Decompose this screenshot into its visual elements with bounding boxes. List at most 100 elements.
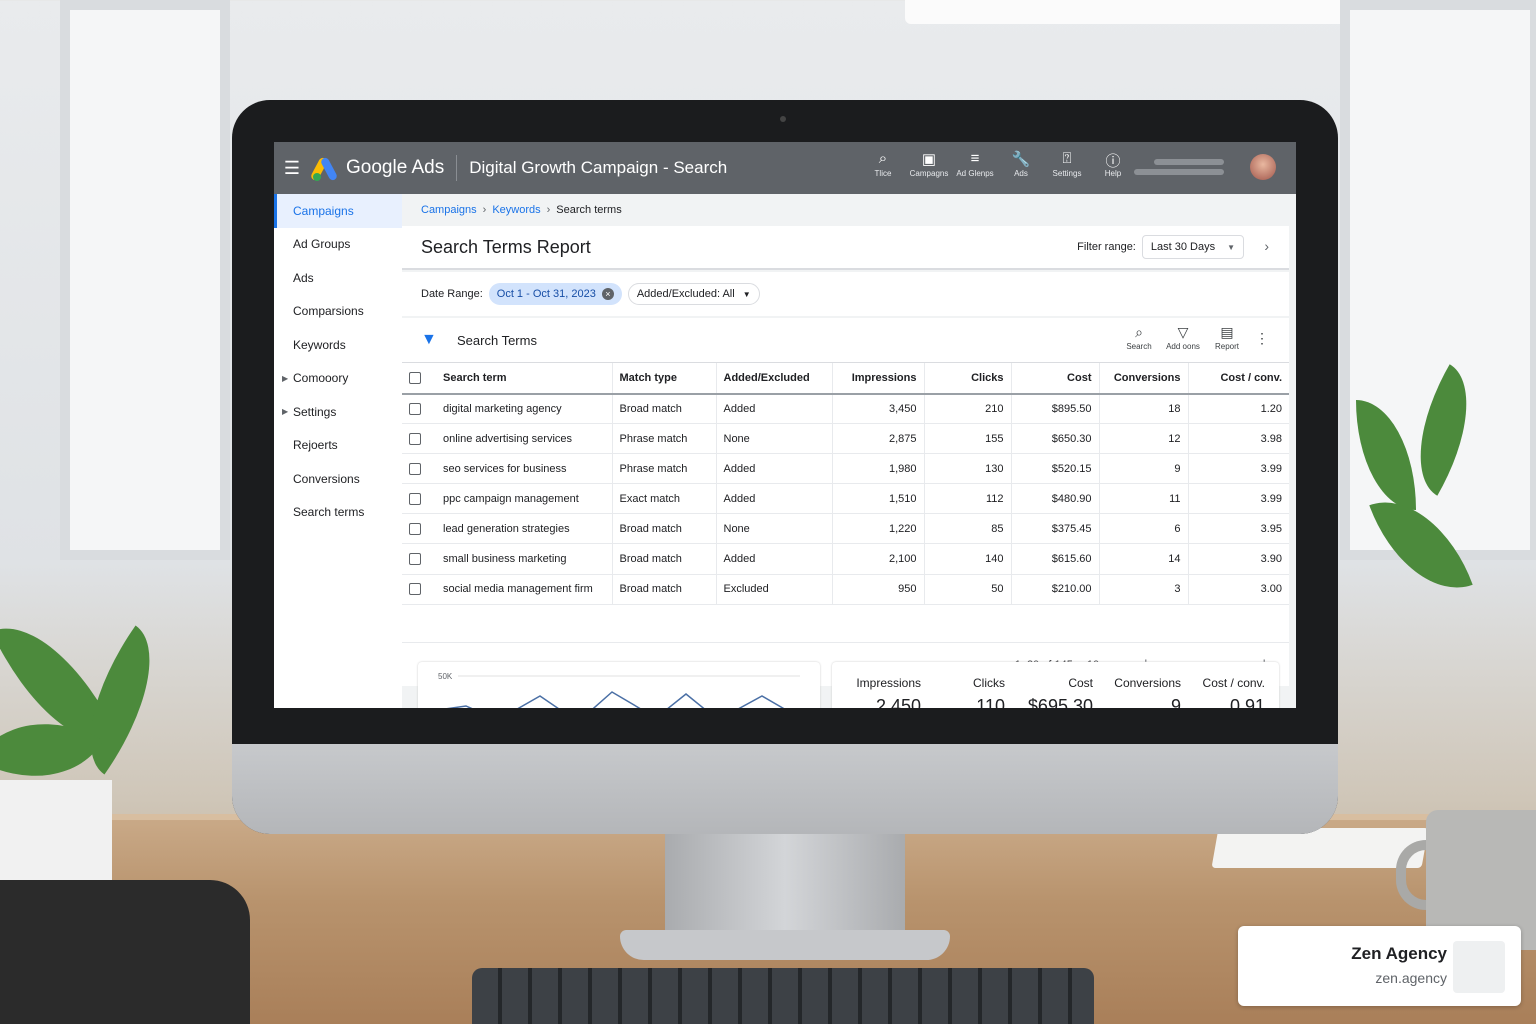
sidebar-item-keywords[interactable]: Keywords (274, 328, 402, 362)
table-search-button[interactable]: ⌕ Search (1117, 324, 1161, 351)
top-help-button[interactable]: ⓘ Help (1090, 150, 1136, 178)
search-terms-table: Search term Match type Added/Excluded Im… (402, 362, 1289, 605)
table-header-row: Search term Match type Added/Excluded Im… (402, 362, 1289, 395)
more-vert-icon[interactable]: ⋮ (1255, 330, 1269, 347)
top-settings-button[interactable]: ⍰ Settings (1044, 150, 1090, 178)
top-ad-groups-button[interactable]: ≡ Ad Glenps (952, 150, 998, 178)
sidebar-item-settings[interactable]: ▶ Settings (274, 395, 402, 429)
table-row[interactable]: digital marketing agency Broad match Added… (402, 393, 1289, 425)
cell-clicks: 112 (923, 483, 1011, 515)
cell-added: Added (715, 543, 832, 575)
cell-clicks: 130 (923, 453, 1011, 485)
cell-term[interactable]: ppc campaign management (436, 483, 612, 515)
breadcrumb-separator-icon: › (546, 204, 551, 216)
date-range-chip[interactable]: Oct 1 - Oct 31, 2023 × (488, 283, 622, 305)
col-conversions[interactable]: Conversions (1098, 362, 1188, 395)
sidebar-item-ad-groups[interactable]: Ad Groups (274, 228, 402, 262)
filter-range: Filter range: Last 30 Days ▼ (1077, 235, 1244, 259)
cell-cpc: 3.95 (1187, 513, 1289, 545)
office-window (60, 0, 230, 560)
row-checkbox[interactable] (409, 462, 421, 475)
monitor-stand-neck (665, 834, 905, 944)
filter-range-select[interactable]: Last 30 Days ▼ (1141, 235, 1244, 259)
cell-impr: 950 (831, 574, 924, 605)
sidebar-item-conversions[interactable]: Conversions (274, 462, 402, 496)
col-added-excluded[interactable]: Added/Excluded (715, 362, 832, 395)
table-row[interactable]: seo services for business Phrase match Add… (402, 453, 1289, 485)
monitor-stand-foot (620, 930, 950, 960)
table-row[interactable]: small business marketing Broad match Added… (402, 543, 1289, 575)
col-clicks[interactable]: Clicks (923, 362, 1011, 395)
breadcrumb-keywords[interactable]: Keywords (492, 204, 540, 216)
hamburger-menu-icon[interactable]: ☰ (274, 158, 310, 179)
breadcrumb-campaigns[interactable]: Campaigns (421, 204, 477, 216)
top-ads-button[interactable]: 🔧 Ads (998, 150, 1044, 178)
plant-right (1326, 360, 1498, 660)
col-cost[interactable]: Cost (1010, 362, 1099, 395)
row-checkbox[interactable] (409, 432, 421, 445)
chevron-right-icon[interactable]: › (1264, 238, 1269, 254)
sidebar-item-reports[interactable]: Rejoerts (274, 429, 402, 463)
table-row[interactable]: online advertising services Phrase match N… (402, 423, 1289, 455)
table-row[interactable]: social media management firm Broad match E… (402, 574, 1289, 605)
sidebar-item-category[interactable]: ▶ Comooory (274, 362, 402, 396)
row-checkbox[interactable] (409, 402, 421, 415)
select-all-checkbox[interactable] (409, 371, 421, 384)
wrench-icon: 🔧 (1011, 151, 1031, 168)
cell-cost: $480.90 (1010, 483, 1099, 515)
summary-impressions: Impressions 2,450 (856, 676, 921, 708)
col-match-type[interactable]: Match type (611, 362, 716, 395)
cell-match: Broad match (611, 513, 716, 545)
campaign-title: Digital Growth Campaign - Search (469, 158, 728, 177)
clear-icon[interactable]: × (601, 288, 614, 300)
col-cost-per-conv[interactable]: Cost / conv. (1187, 362, 1289, 395)
ad-groups-icon: ≡ (970, 150, 980, 167)
col-impressions[interactable]: Impressions (831, 362, 924, 395)
cell-added: None (715, 423, 832, 455)
top-campaigns-button[interactable]: ▣ Campagns (906, 150, 952, 178)
row-checkbox[interactable] (409, 492, 421, 505)
trend-chart (446, 675, 800, 708)
trend-line (446, 691, 785, 708)
cell-cost: $650.30 (1010, 423, 1099, 455)
row-checkbox-cell (402, 483, 436, 515)
avatar[interactable] (1250, 154, 1276, 180)
campaigns-icon: ▣ (921, 151, 937, 168)
table-addons-button[interactable]: ▽ Add oons (1161, 324, 1205, 351)
cell-term[interactable]: social media management firm (436, 574, 612, 605)
cell-cpc: 3.00 (1187, 574, 1289, 605)
cell-term[interactable]: seo services for business (436, 453, 612, 485)
table-row[interactable]: ppc campaign management Exact match Added 1… (402, 483, 1289, 515)
cell-conv: 9 (1098, 453, 1188, 485)
table-report-button[interactable]: ▤ Report (1205, 324, 1249, 351)
row-checkbox-cell (402, 453, 436, 485)
cell-added: None (715, 513, 832, 545)
table-row[interactable]: lead generation strategies Broad match Non… (402, 513, 1289, 545)
cell-cost: $375.45 (1010, 513, 1099, 545)
cell-term[interactable]: digital marketing agency (436, 393, 612, 425)
google-ads-logo-icon[interactable] (309, 155, 340, 182)
monitor-chin (232, 744, 1338, 834)
col-search-term[interactable]: Search term (436, 362, 612, 395)
cell-cost: $895.50 (1010, 393, 1099, 425)
cell-cost: $520.15 (1010, 453, 1099, 485)
cell-term[interactable]: lead generation strategies (436, 513, 612, 545)
top-search-button[interactable]: ⌕ Tlice (860, 150, 906, 178)
sidebar-item-comparisons[interactable]: Comparsions (274, 295, 402, 329)
page-title: Search Terms Report (421, 236, 591, 257)
row-checkbox[interactable] (409, 583, 421, 596)
table-tools: ⌕ Search ▽ Add oons ▤ Report (1117, 324, 1249, 351)
row-checkbox[interactable] (409, 522, 421, 535)
added-excluded-chip[interactable]: Added/Excluded: All ▼ (627, 283, 760, 305)
row-checkbox[interactable] (409, 553, 421, 566)
account-menu[interactable] (1134, 154, 1276, 180)
sidebar-item-campaigns[interactable]: Campaigns (274, 194, 402, 228)
summary-totals-card: Impressions 2,450 Clicks 110 Cost $695.30 C… (832, 662, 1279, 708)
screen: ☰ Google Ads Digital Growth Campaign - S… (274, 142, 1296, 708)
cell-term[interactable]: online advertising services (436, 423, 612, 455)
filter-icon[interactable]: ▼ (421, 331, 441, 349)
top-bar: ☰ Google Ads Digital Growth Campaign - S… (274, 142, 1296, 194)
cell-term[interactable]: small business marketing (436, 543, 612, 575)
sidebar-item-search-terms[interactable]: Search terms (274, 496, 402, 530)
sidebar-item-ads[interactable]: Ads (274, 261, 402, 295)
